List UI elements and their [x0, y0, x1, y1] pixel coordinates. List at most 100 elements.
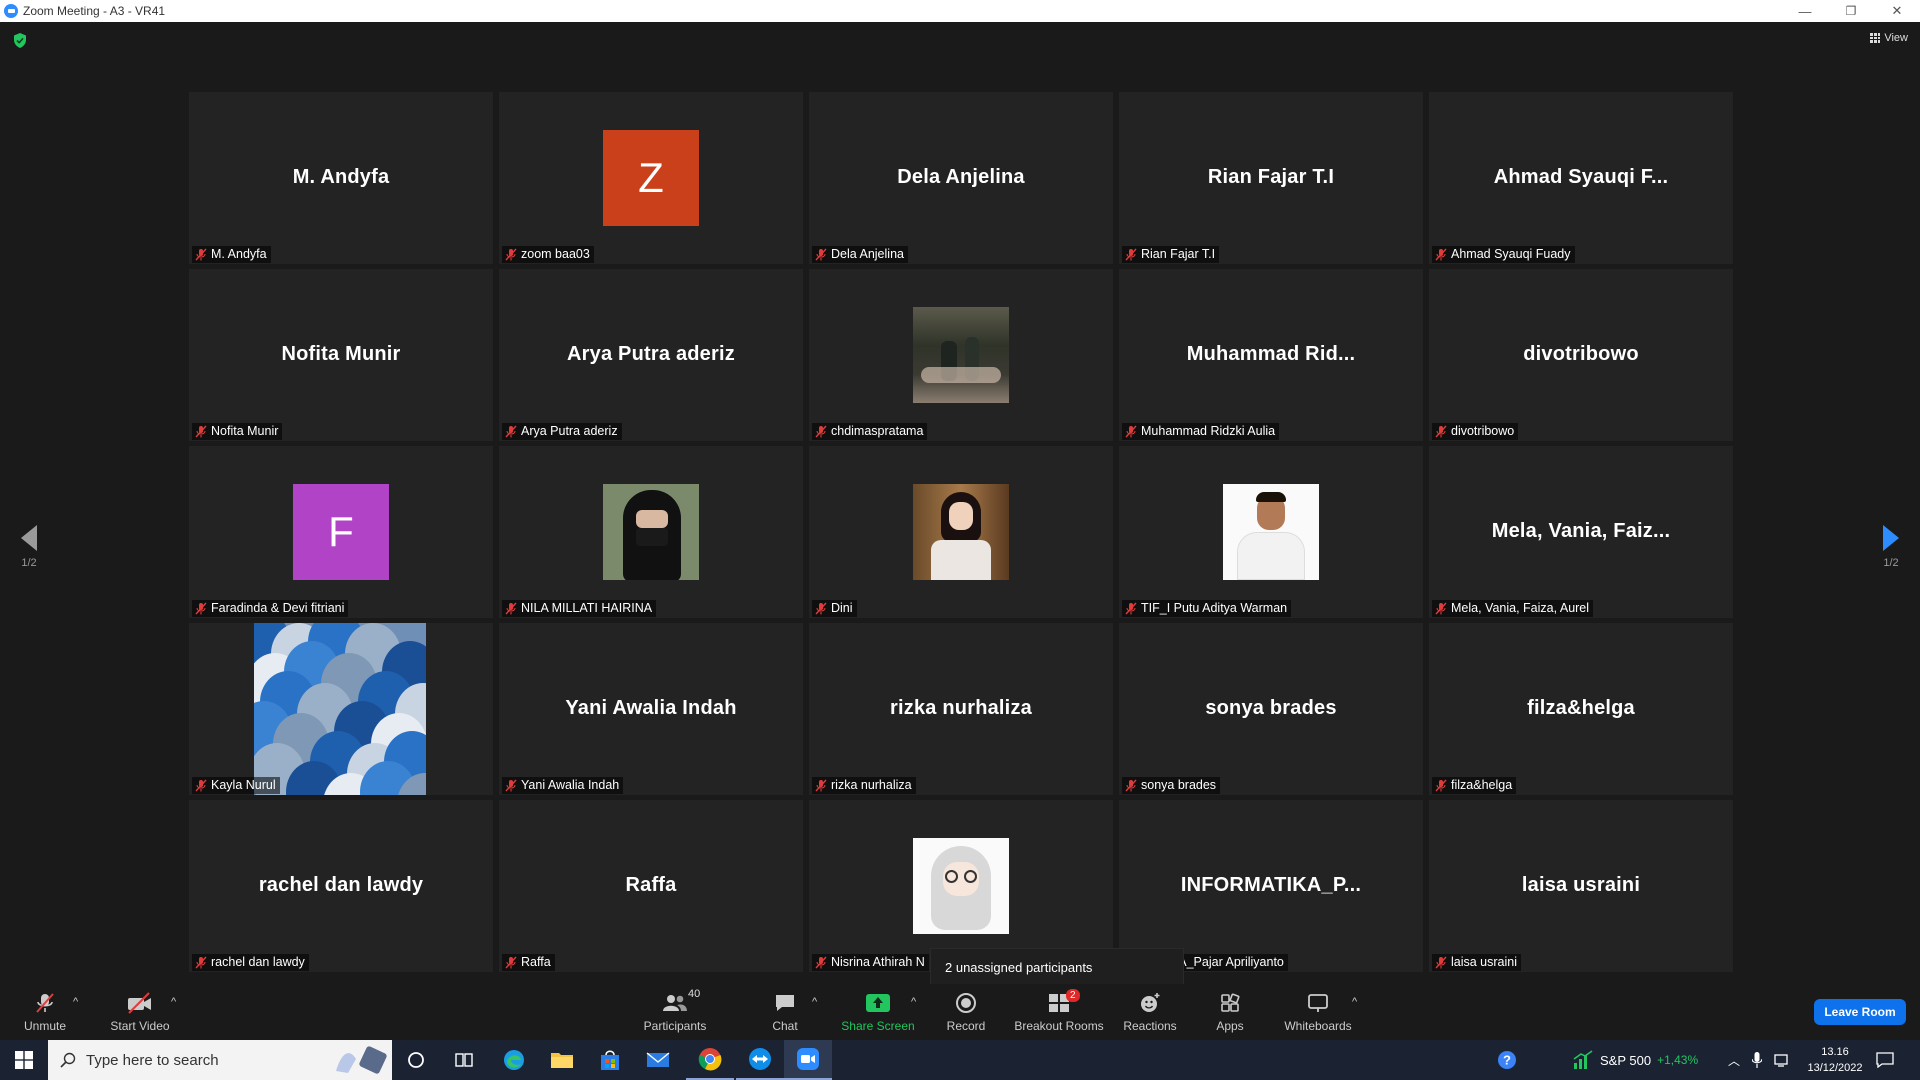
notification-center-button[interactable] [1876, 1040, 1894, 1080]
network-icon[interactable] [1774, 1053, 1790, 1067]
participant-name-label: rachel dan lawdy [192, 954, 309, 971]
participant-name: filza&helga [1451, 778, 1513, 792]
next-page-indicator: 1/2 [1883, 557, 1899, 569]
encryption-shield-icon[interactable] [13, 33, 27, 48]
muted-mic-icon [1125, 602, 1141, 615]
participant-tile[interactable]: Dela Anjelina Dela Anjelina [809, 92, 1113, 264]
participant-tile[interactable]: Raffa Raffa [499, 800, 803, 972]
participant-tile[interactable]: INFORMATIKA_P... MATIKA_Pajar Apriliyanto [1119, 800, 1423, 972]
close-button[interactable]: ✕ [1874, 0, 1920, 22]
taskbar-file-explorer[interactable] [538, 1040, 586, 1080]
record-button[interactable]: Record [940, 984, 992, 1040]
video-options-caret[interactable]: ^ [171, 996, 176, 1008]
apps-label: Apps [1216, 1018, 1244, 1033]
participant-tile[interactable]: Nofita Munir Nofita Munir [189, 269, 493, 441]
taskbar-mail[interactable] [634, 1040, 682, 1080]
cortana-button[interactable] [392, 1040, 440, 1080]
next-page-button[interactable]: 1/2 [1866, 512, 1916, 582]
participant-tile[interactable]: filza&helga filza&helga [1429, 623, 1733, 795]
participant-tile[interactable]: rachel dan lawdy rachel dan lawdy [189, 800, 493, 972]
teamviewer-icon [749, 1048, 771, 1070]
participant-tile[interactable]: divotribowo divotribowo [1429, 269, 1733, 441]
prev-page-button[interactable]: 1/2 [4, 512, 54, 582]
participant-tile[interactable]: rizka nurhaliza rizka nurhaliza [809, 623, 1113, 795]
start-video-button[interactable]: Start Video [105, 984, 175, 1040]
maximize-button[interactable]: ❐ [1828, 0, 1874, 22]
muted-mic-icon [815, 425, 831, 438]
participant-tile[interactable]: chdimaspratama [809, 269, 1113, 441]
taskbar-search-box[interactable]: Type here to search [48, 1040, 392, 1080]
blue-balloons-photo [254, 623, 426, 795]
microphone-icon[interactable] [1752, 1052, 1763, 1068]
whiteboards-button[interactable]: Whiteboards [1280, 984, 1356, 1040]
participant-tile[interactable]: Mela, Vania, Faiz... Mela, Vania, Faiza, … [1429, 446, 1733, 618]
participant-tile[interactable]: TIF_I Putu Aditya Warman [1119, 446, 1423, 618]
audio-options-caret[interactable]: ^ [73, 996, 78, 1008]
participant-tile[interactable]: NILA MILLATI HAIRINA [499, 446, 803, 618]
mail-icon [646, 1052, 670, 1067]
window-title: Zoom Meeting - A3 - VR41 [23, 4, 166, 18]
task-view-button[interactable] [440, 1040, 488, 1080]
windows-start-button[interactable] [0, 1040, 48, 1080]
participant-tile[interactable]: Ahmad Syauqi F... Ahmad Syauqi Fuady [1429, 92, 1733, 264]
leave-room-button[interactable]: Leave Room [1814, 999, 1906, 1025]
participant-tile[interactable]: laisa usraini laisa usraini [1429, 800, 1733, 972]
participant-tile[interactable]: Zzoom baa03 [499, 92, 803, 264]
participant-display-name: Muhammad Rid... [1186, 342, 1356, 365]
participant-tile[interactable]: Arya Putra aderiz Arya Putra aderiz [499, 269, 803, 441]
participant-name: Arya Putra aderiz [521, 424, 618, 438]
hijab-mask-photo [603, 484, 699, 580]
view-label: View [1884, 32, 1908, 44]
participant-tile[interactable]: F Faradinda & Devi fitriani [189, 446, 493, 618]
record-label: Record [946, 1018, 986, 1033]
share-options-caret[interactable]: ^ [911, 996, 916, 1008]
unmute-button[interactable]: Unmute [20, 984, 70, 1040]
participant-name-label: divotribowo [1432, 423, 1519, 440]
share-screen-label: Share Screen [841, 1018, 915, 1033]
chat-options-caret[interactable]: ^ [812, 996, 817, 1008]
participants-button[interactable]: 40 Participants [640, 984, 710, 1040]
taskbar-chrome[interactable] [686, 1040, 734, 1080]
unmute-label: Unmute [23, 1018, 67, 1033]
taskbar-teamviewer[interactable] [736, 1040, 784, 1080]
participant-name: laisa usraini [1451, 955, 1518, 969]
share-screen-button[interactable]: Share Screen [838, 984, 918, 1040]
participant-tile[interactable]: Nisrina Athirah N [809, 800, 1113, 972]
chat-button[interactable]: Chat [760, 984, 810, 1040]
clock[interactable]: 13.16 13/12/2022 [1804, 1040, 1866, 1080]
participant-tile[interactable]: Muhammad Rid... Muhammad Ridzki Aulia [1119, 269, 1423, 441]
participant-display-name: divotribowo [1523, 342, 1639, 365]
participant-name: Nisrina Athirah N [831, 955, 925, 969]
reactions-button[interactable]: Reactions [1120, 984, 1180, 1040]
whiteboard-options-caret[interactable]: ^ [1352, 996, 1357, 1008]
help-tray-button[interactable]: ? [1496, 1040, 1518, 1080]
participant-name: Raffa [521, 955, 551, 969]
zoom-app-icon [797, 1048, 819, 1070]
stock-widget[interactable]: S&P 500 +1,43% [1572, 1040, 1698, 1080]
apps-button[interactable]: Apps [1210, 984, 1250, 1040]
muted-mic-icon [1435, 248, 1451, 261]
title-bar: Zoom Meeting - A3 - VR41 — ❐ ✕ [0, 0, 1920, 22]
muted-mic-icon [1125, 425, 1141, 438]
participant-name: rizka nurhaliza [831, 778, 912, 792]
taskbar-zoom[interactable] [784, 1040, 832, 1080]
participant-tile[interactable]: M. Andyfa M. Andyfa [189, 92, 493, 264]
participant-tile[interactable]: Yani Awalia Indah Yani Awalia Indah [499, 623, 803, 795]
folder-icon [551, 1053, 573, 1068]
participant-tile[interactable]: Kayla Nurul [189, 623, 493, 795]
taskbar-edge[interactable] [490, 1040, 538, 1080]
participant-tile[interactable]: Rian Fajar T.I Rian Fajar T.I [1119, 92, 1423, 264]
muted-mic-icon [195, 779, 211, 792]
muted-mic-icon [1435, 425, 1451, 438]
participant-tile[interactable]: Dini [809, 446, 1113, 618]
participant-display-name: Rian Fajar T.I [1207, 165, 1335, 188]
participant-name-label: filza&helga [1432, 777, 1517, 794]
view-button[interactable]: View [1870, 32, 1908, 44]
taskbar-store[interactable] [586, 1040, 634, 1080]
participant-name: zoom baa03 [521, 247, 590, 261]
breakout-rooms-button[interactable]: 2 Breakout Rooms [1010, 984, 1108, 1040]
chevron-up-icon[interactable]: ︿ [1728, 1052, 1740, 1069]
participant-tile[interactable]: sonya brades sonya brades [1119, 623, 1423, 795]
minimize-button[interactable]: — [1782, 0, 1828, 22]
video-off-icon [127, 991, 153, 1014]
